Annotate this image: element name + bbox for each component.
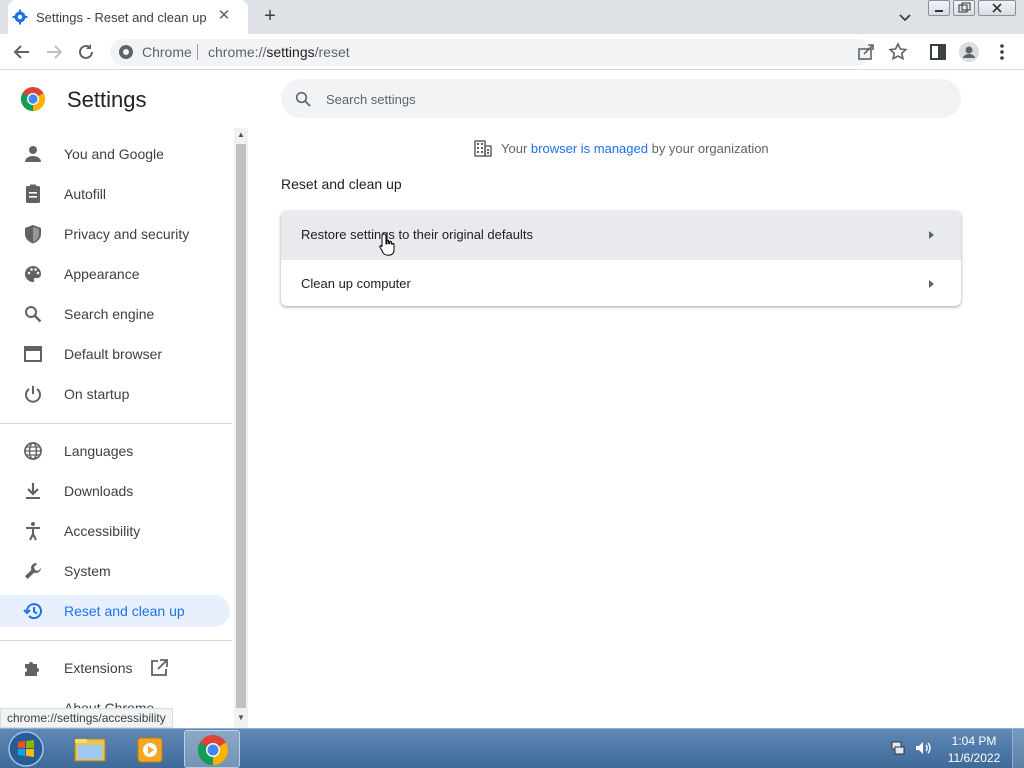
search-icon — [25, 306, 42, 323]
sidebar-item-downloads[interactable]: Downloads — [0, 475, 230, 507]
sidebar-divider — [0, 423, 232, 424]
sidebar-item-label: Downloads — [64, 483, 134, 499]
sidebar-item-label: Extensions — [64, 660, 133, 676]
hand-cursor-icon — [379, 233, 395, 256]
sidebar-item-label: Default browser — [64, 346, 163, 362]
window-close-button[interactable] — [978, 0, 1016, 16]
minimize-button[interactable] — [928, 0, 950, 16]
person-icon — [25, 146, 41, 162]
sidebar-item-accessibility[interactable]: Accessibility — [0, 515, 230, 547]
scroll-down-arrow[interactable]: ▼ — [236, 713, 246, 723]
show-desktop-button[interactable] — [1012, 729, 1024, 768]
sidebar-item-label: Appearance — [64, 266, 140, 282]
kebab-menu-icon[interactable] — [990, 40, 1014, 64]
arrow-right-icon — [929, 280, 934, 288]
sidebar-item-search-engine[interactable]: Search engine — [0, 298, 230, 330]
omnibox-divider — [197, 44, 198, 60]
sidebar-item-label: Autofill — [64, 186, 107, 202]
clean-up-computer-row[interactable]: Clean up computer — [281, 259, 961, 306]
clock-date[interactable]: 11/6/2022 — [946, 751, 1002, 765]
managed-suffix: by your organization — [651, 141, 769, 156]
sidebar-item-label: You and Google — [64, 146, 164, 162]
sidebar-item-you-and-google[interactable]: You and Google — [0, 138, 230, 170]
browser-window-icon — [24, 346, 42, 362]
open-in-new-icon — [151, 659, 168, 676]
search-input[interactable] — [326, 90, 926, 108]
taskbar-explorer[interactable] — [62, 730, 118, 768]
url-text[interactable]: chrome://settings/reset — [208, 44, 350, 60]
power-icon — [25, 386, 41, 403]
shield-icon — [25, 225, 41, 244]
sidebar-item-reset[interactable]: Reset and clean up — [0, 595, 230, 627]
sidebar-item-label: On startup — [64, 386, 130, 402]
sidebar-item-label: Search engine — [64, 306, 155, 322]
taskbar-chrome[interactable] — [184, 730, 240, 768]
section-title: Reset and clean up — [281, 176, 402, 192]
restore-button[interactable] — [953, 0, 975, 16]
star-icon[interactable] — [886, 40, 910, 64]
puzzle-icon — [25, 662, 39, 676]
managed-notice: Your browser is managed by your organiza… — [501, 141, 769, 156]
palette-icon — [25, 266, 42, 282]
chrome-logo — [20, 87, 46, 111]
new-tab-button[interactable]: + — [260, 6, 280, 26]
scrollbar-thumb[interactable] — [236, 144, 246, 708]
volume-icon[interactable] — [914, 740, 932, 756]
network-icon[interactable] — [890, 740, 906, 756]
sidebar-item-label: Accessibility — [64, 523, 141, 539]
sidebar-item-extensions[interactable]: Extensions — [0, 652, 230, 684]
status-bubble: chrome://settings/accessibility — [0, 708, 173, 728]
history-icon — [23, 603, 42, 620]
search-icon — [295, 91, 311, 107]
url-path: /reset — [314, 44, 350, 60]
globe-icon — [24, 442, 42, 460]
sidebar-item-on-startup[interactable]: On startup — [0, 378, 230, 410]
building-icon — [474, 140, 492, 157]
sidebar-item-privacy[interactable]: Privacy and security — [0, 218, 230, 250]
sidebar-item-about-chrome[interactable]: About Chrome — [64, 700, 154, 708]
arrow-right-icon — [929, 231, 934, 239]
sidebar-item-label: Privacy and security — [64, 226, 190, 242]
start-button[interactable] — [6, 730, 46, 768]
sidebar-item-system[interactable]: System — [0, 555, 230, 587]
back-arrow-icon[interactable] — [10, 40, 34, 64]
reset-card: Restore settings to their original defau… — [281, 211, 961, 306]
side-panel-icon[interactable] — [926, 40, 950, 64]
managed-prefix: Your — [501, 141, 528, 156]
wrench-icon — [25, 563, 41, 579]
taskbar-media-player[interactable] — [122, 730, 178, 768]
chevron-down-icon[interactable] — [896, 8, 914, 26]
sidebar-item-label: Languages — [64, 443, 134, 459]
download-icon — [26, 483, 40, 499]
sidebar-item-autofill[interactable]: Autofill — [0, 178, 230, 210]
reload-icon[interactable] — [74, 40, 98, 64]
scroll-up-arrow[interactable]: ▲ — [236, 130, 246, 140]
forward-arrow-icon[interactable] — [42, 40, 66, 64]
clipboard-icon — [26, 184, 40, 203]
row-label: Clean up computer — [301, 276, 411, 291]
accessibility-icon — [26, 522, 40, 541]
sidebar-item-default-browser[interactable]: Default browser — [0, 338, 230, 370]
row-label: Restore settings to their original defau… — [301, 227, 533, 242]
tab-title: Settings - Reset and clean up — [36, 10, 207, 25]
sidebar-item-label: System — [64, 563, 111, 579]
close-icon[interactable]: ✕ — [216, 8, 232, 24]
clock-time[interactable]: 1:04 PM — [946, 734, 1002, 748]
share-icon[interactable] — [854, 40, 878, 64]
sidebar-divider — [0, 640, 232, 641]
sidebar-item-appearance[interactable]: Appearance — [0, 258, 230, 290]
url-host: settings — [266, 44, 315, 60]
url-prefix: chrome:// — [208, 44, 267, 60]
profile-avatar-icon[interactable] — [957, 40, 981, 64]
managed-link[interactable]: browser is managed — [531, 141, 648, 156]
omnibox-chip: Chrome — [142, 44, 192, 60]
gear-icon — [12, 9, 28, 25]
sidebar-item-languages[interactable]: Languages — [0, 435, 230, 467]
sidebar-item-label: Reset and clean up — [64, 603, 185, 619]
settings-title: Settings — [67, 87, 147, 112]
chrome-icon — [119, 45, 133, 59]
